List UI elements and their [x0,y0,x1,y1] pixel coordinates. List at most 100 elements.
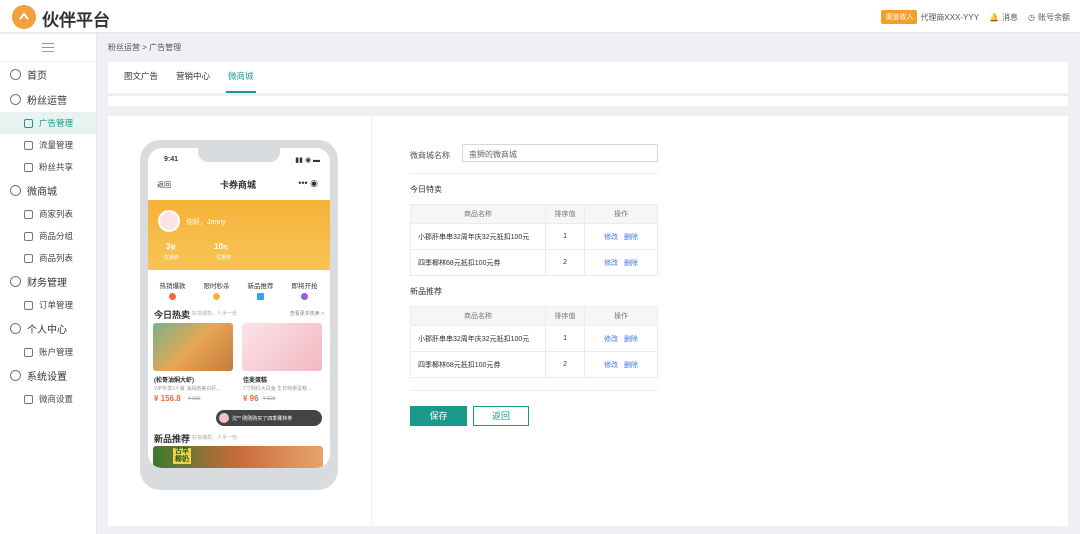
balance-button[interactable]: ◷ 账号余额 [1028,12,1070,23]
sidebar-item[interactable]: 账户管理 [0,341,96,363]
new-icon [257,293,264,300]
stat2-label: 优惠券 [216,255,232,261]
delete-link[interactable]: 删除 [624,362,638,369]
sidebar-item[interactable]: 微商城 [0,178,96,203]
product-price: ¥ 96 [243,394,259,403]
edit-link[interactable]: 修改 [604,260,618,267]
phone-back[interactable]: 返回 [157,180,171,190]
sidebar-item[interactable]: 广告管理 [0,112,96,134]
mall-name-input[interactable]: 蛮狮的微商城 [462,144,658,162]
breadcrumb-item[interactable]: 粉丝运营 [108,43,140,52]
clock-icon: ◷ [1028,12,1035,22]
sidebar-item[interactable]: 首页 [0,62,96,87]
today-table: 商品名称 排序值 操作 小郡肝串串32周年庆32元抵扣100元 1 修改 删除 四季椰林6… [410,204,658,276]
sidebar-item-label: 商家列表 [39,209,74,219]
messages-button[interactable]: 🔔 消息 [989,12,1018,23]
new-product-tag: 古早椰奶 [173,448,191,464]
hot-more-link[interactable]: 查看更多热卖 > [290,310,324,317]
feature-label: 新品推荐 [247,283,274,290]
col-name: 商品名称 [410,204,546,224]
messages-label: 消息 [1002,12,1019,22]
product-image[interactable] [153,323,233,371]
sidebar-item-label: 个人中心 [27,325,67,336]
group-icon [24,231,33,241]
avatar [219,413,229,423]
col-op: 操作 [584,306,658,326]
sidebar-item-label: 订单管理 [39,300,74,310]
clock-icon [213,293,220,300]
order-icon [24,300,33,310]
gear-icon [10,370,21,381]
sidebar-item[interactable]: 微商设置 [0,388,96,410]
more-icon[interactable]: ••• ◉ [298,178,318,189]
target-icon [10,94,21,105]
edit-link[interactable]: 修改 [604,234,618,241]
bell-icon [301,293,308,300]
list-icon [24,253,33,263]
sidebar-item[interactable]: 个人中心 [0,316,96,341]
user-banner: 你好，Jenny 3张 优惠券 10元 优惠券 [148,200,330,270]
sidebar-item[interactable]: 流量管理 [0,134,96,156]
sidebar: 首页粉丝运营广告管理 流量管理 粉丝共享 微商城商家列表商品分组商品列表 财务管理订单管… [0,34,97,534]
divider [410,390,658,391]
product-desc: 7寸网红大白兔 生日特惠蛋糕... [243,386,312,392]
product-name: (松哥油焖大虾) [154,378,194,384]
phone-screen: 9:41 ▮▮ ◉ ▬ 返回 卡券商城 ••• ◉ 你好，Jenny 3张 优惠… [148,148,330,468]
sidebar-item[interactable]: 系统设置 [0,363,96,388]
ad-icon [24,118,33,128]
phone-time: 9:41 [164,156,179,163]
logo-icon[interactable] [12,5,36,29]
edit-link[interactable]: 修改 [604,336,618,343]
feature-hot[interactable]: 热销爆款 [150,280,195,300]
edit-link[interactable]: 修改 [604,362,618,369]
row-sort: 2 [544,351,586,378]
hot-subtitle: 好货爆款，人手一份 [192,311,238,317]
feature-new[interactable]: 新品推荐 [238,280,283,300]
income-badge[interactable]: 渠道收入 [881,10,918,24]
product-name: 佳麦蛋糕 [243,378,268,384]
row-name: 小郡肝串串32周年庆32元抵扣100元 [410,325,546,352]
purchase-toast: 沈** 刚刚购买了四季椰林券 [216,410,322,426]
account-icon [24,347,33,357]
sidebar-item[interactable]: 商品分组 [0,225,96,247]
col-sort: 排序值 [544,306,586,326]
delete-link[interactable]: 删除 [624,336,638,343]
sidebar-item[interactable]: 商品列表 [0,247,96,269]
stat2-value: 10 [214,242,223,251]
home-icon [10,69,21,80]
sidebar-item[interactable]: 粉丝共享 [0,156,96,178]
tab-marketing[interactable]: 营销中心 [174,62,212,93]
feature-upcoming[interactable]: 即将开抢 [282,280,327,300]
sidebar-item-label: 粉丝运营 [27,96,67,107]
sidebar-item[interactable]: 商家列表 [0,203,96,225]
product-image[interactable] [242,323,322,371]
sidebar-item-label: 账户管理 [39,347,74,357]
back-button[interactable]: 返回 [473,406,529,426]
new-subtitle: 好货爆款，人手一份 [192,435,238,441]
store-icon [10,185,21,196]
menu-toggle-icon[interactable] [0,34,96,62]
section-title-today: 今日特卖 [410,185,442,194]
sidebar-item-label: 系统设置 [27,372,67,383]
sidebar-item[interactable]: 财务管理 [0,269,96,294]
delete-link[interactable]: 删除 [624,234,638,241]
divider-strip [108,96,1068,106]
table-row: 四季椰林68元抵扣100元券 2 修改 删除 [410,249,658,276]
signal-icon: ▮▮ ◉ ▬ [295,157,320,164]
greeting: 你好，Jenny [186,219,226,226]
sidebar-item-label: 商品分组 [39,231,74,241]
toast-text: 沈** 刚刚购买了四季椰林券 [232,415,293,422]
feature-flash[interactable]: 限时秒杀 [194,280,239,300]
delete-link[interactable]: 删除 [624,260,638,267]
sidebar-item[interactable]: 订单管理 [0,294,96,316]
tab-bar: 图文广告 营销中心 微商城 [108,62,1068,93]
tab-micro-mall[interactable]: 微商城 [226,62,256,93]
sidebar-item-label: 微商设置 [39,394,74,404]
hot-title: 今日热卖 [154,310,191,320]
save-button[interactable]: 保存 [410,406,467,426]
sidebar-item[interactable]: 粉丝运营 [0,87,96,112]
agent-name: 代理商XXX-YYY [920,12,980,22]
avatar [158,210,180,232]
tab-image-ad[interactable]: 图文广告 [122,62,160,93]
feature-label: 热销爆款 [159,283,186,290]
